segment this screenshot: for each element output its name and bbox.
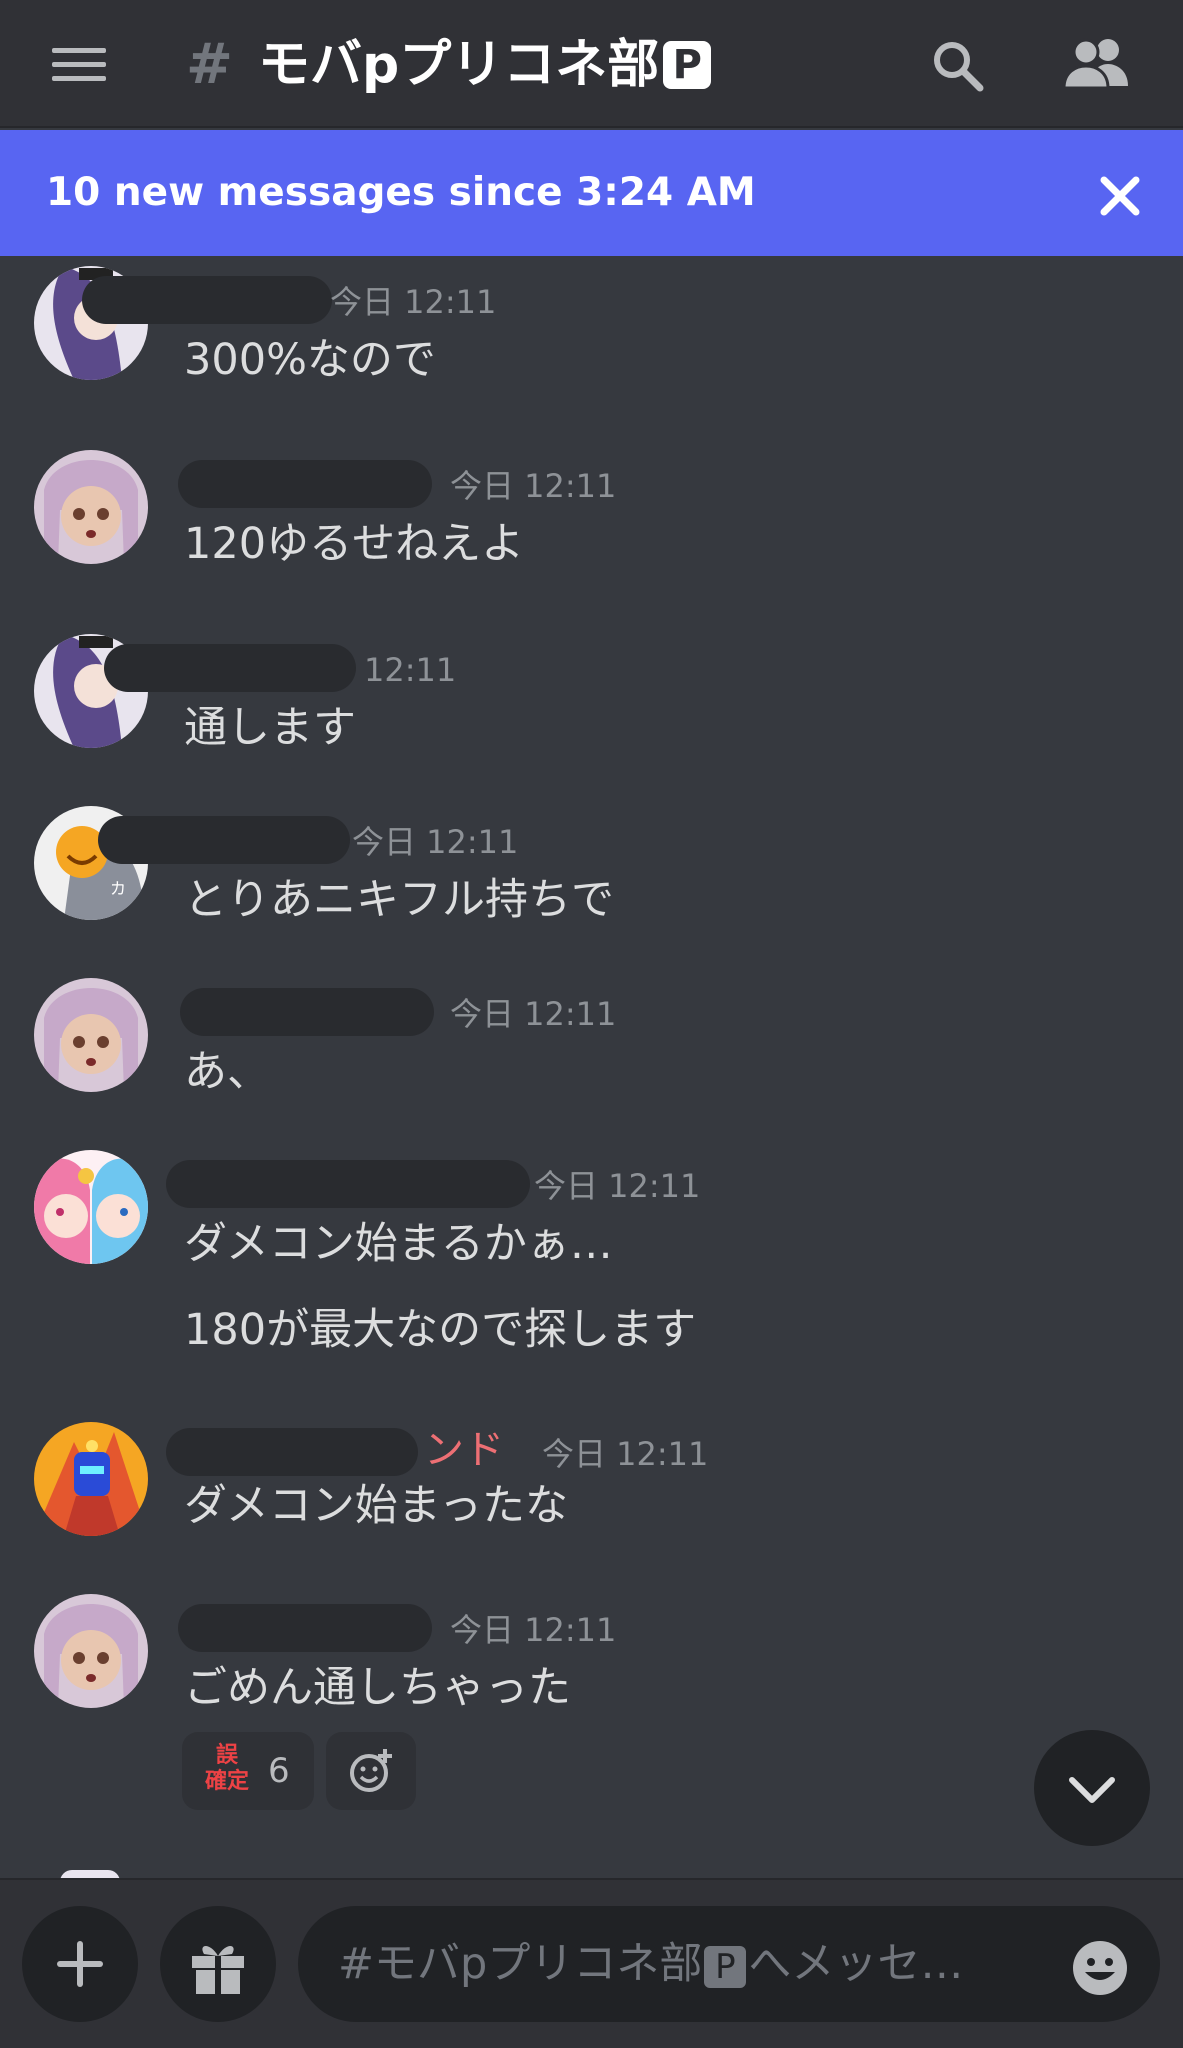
close-icon[interactable] [1096, 172, 1144, 220]
channel-hash-icon: # [186, 32, 233, 97]
message-timestamp: 今日 12:11 [450, 995, 617, 1033]
message-timestamp: 今日 12:11 [534, 1167, 701, 1205]
plus-icon [57, 1941, 103, 1987]
redacted-username[interactable] [104, 644, 356, 692]
members-icon[interactable] [1062, 36, 1132, 92]
message-list[interactable]: 今日 12:11 300%なので 今日 12:11 120ゆるせねえよ 12:1… [0, 256, 1183, 1878]
message: カ 今日 12:11 とりあニキフル持ちで [0, 796, 1183, 966]
message-timestamp: 今日 12:11 [450, 1611, 617, 1649]
redacted-username[interactable] [178, 1604, 432, 1652]
new-messages-banner[interactable]: 10 new messages since 3:24 AM [0, 130, 1183, 256]
placeholder-text: へメッセ… [748, 1939, 964, 1989]
message-composer: #モバpプリコネ部 P へメッセ… [0, 1878, 1183, 2048]
message-timestamp: 12:11 [364, 651, 457, 689]
message-timestamp: 今日 12:11 [542, 1435, 709, 1473]
message-timestamp: 今日 12:11 [352, 823, 519, 861]
reaction-count: 6 [268, 1751, 290, 1791]
avatar[interactable] [34, 1422, 148, 1536]
reaction-emoji: 誤 確定 [202, 1743, 252, 1799]
message: 今日 12:11 300%なので [0, 256, 1183, 426]
author-name-tail[interactable]: ンド [424, 1426, 504, 1474]
message-timestamp: 今日 12:11 [450, 467, 617, 505]
message: 12:11 通します [0, 624, 1183, 794]
gift-button[interactable] [160, 1906, 276, 2022]
placeholder-text: #モバpプリコネ部 [338, 1939, 703, 1989]
menu-icon[interactable] [52, 44, 106, 84]
reaction-emoji-text: 確定 [204, 1769, 249, 1794]
avatar [60, 1870, 120, 1878]
avatar[interactable] [34, 978, 148, 1092]
message-text: とりあニキフル持ちで [184, 875, 614, 925]
message-text: ダメコン始まるかぁ… [184, 1219, 613, 1269]
message-text: 180が最大なので探します [184, 1305, 697, 1355]
add-reaction-button[interactable] [326, 1732, 416, 1810]
message-text: 120ゆるせねえよ [184, 519, 525, 569]
redacted-username[interactable] [178, 460, 432, 508]
jump-to-present-button[interactable] [1034, 1730, 1150, 1846]
channel-name: モバpプリコネ部 [258, 35, 660, 95]
message: 今日 12:11 あ、 [0, 968, 1183, 1138]
new-messages-text: 10 new messages since 3:24 AM [46, 170, 756, 215]
add-reaction-icon [350, 1749, 392, 1792]
reaction-emoji-text: 誤 [215, 1743, 238, 1768]
search-icon[interactable] [930, 38, 986, 94]
redacted-username[interactable] [82, 276, 332, 324]
redacted-username[interactable] [166, 1160, 530, 1208]
gift-icon [192, 1946, 244, 1994]
message: 今日 12:11 ごめん通しちゃった [0, 1584, 1183, 1878]
message-text: 通します [184, 703, 356, 753]
placeholder-badge: P [704, 1945, 747, 1988]
reaction-chip[interactable]: 誤 確定 6 [182, 1732, 314, 1810]
message-text: ダメコン始まったな [184, 1481, 568, 1531]
message-text: ごめん通しちゃった [184, 1663, 571, 1713]
message-timestamp: 今日 12:11 [330, 283, 497, 321]
message-text: 300%なので [184, 335, 436, 385]
message-input-placeholder: #モバpプリコネ部 P へメッセ… [338, 1936, 963, 1992]
channel-header: # モバpプリコネ部 P [0, 0, 1183, 128]
avatar[interactable] [34, 450, 148, 564]
svg-text:カ: カ [110, 879, 126, 898]
redacted-username[interactable] [166, 1428, 418, 1476]
message: ンド 今日 12:11 ダメコン始まったな [0, 1412, 1183, 1582]
avatar[interactable] [34, 1150, 148, 1264]
channel-badge: P [663, 41, 712, 89]
chevron-down-icon [1069, 1777, 1115, 1803]
avatar[interactable] [34, 1594, 148, 1708]
message: 今日 12:11 120ゆるせねえよ [0, 440, 1183, 610]
redacted-username[interactable] [180, 988, 434, 1036]
message: 今日 12:11 ダメコン始まるかぁ… 180が最大なので探します [0, 1140, 1183, 1410]
channel-title: モバpプリコネ部 P [258, 30, 712, 100]
attach-button[interactable] [22, 1906, 138, 2022]
emoji-picker-icon[interactable] [1070, 1938, 1130, 1998]
message-text: あ、 [184, 1047, 270, 1097]
redacted-username[interactable] [98, 816, 350, 864]
